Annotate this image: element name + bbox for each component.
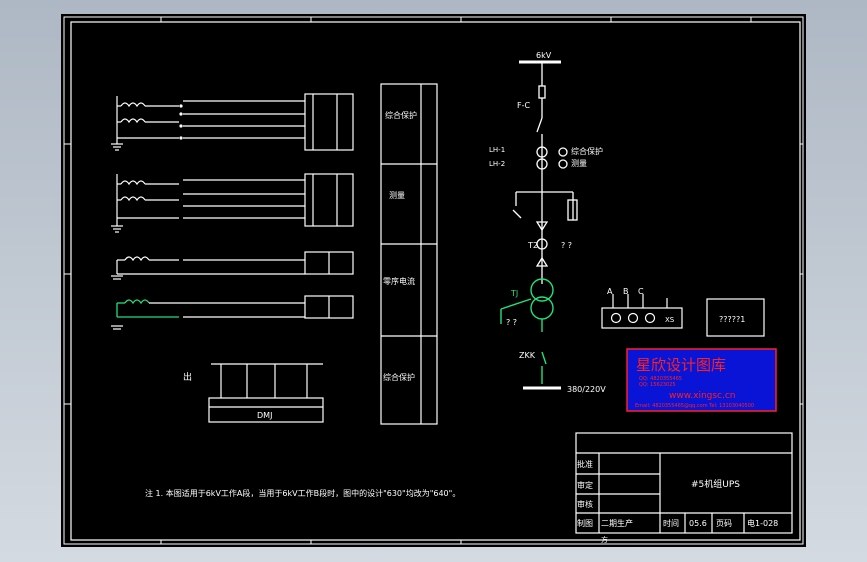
bus-380v-label: 380/220V (567, 385, 606, 394)
stamp-title: 星欣设计图库 (636, 356, 726, 374)
panel-prot-label-2: 综合保护 (383, 372, 415, 382)
cad-viewport: 综合保护 测量 零序电流 综合保护 出 DMJ 6kV F-C LH-1 LH-… (0, 0, 867, 562)
tb-check-label: 审核 (577, 499, 593, 509)
tb-approve-label: 批准 (577, 459, 593, 469)
drawing-sheet: 综合保护 测量 零序电流 综合保护 出 DMJ 6kV F-C LH-1 LH-… (61, 14, 806, 547)
xs-label: XS (665, 316, 675, 324)
tj-qmarks: ? ? (506, 318, 517, 327)
transformer (500, 278, 554, 384)
ct1-label: LH-1 (489, 146, 505, 154)
unknown-device-label: ?????1 (719, 315, 745, 324)
aux-label: 出 (183, 371, 192, 383)
ct-group-1-terminals (179, 104, 183, 140)
tb-time-value: 05.6 (689, 519, 707, 528)
stamp-url: www.xingsc.cn (669, 391, 736, 401)
t2-label: T2 (527, 241, 538, 250)
fc-label: F-C (517, 101, 530, 110)
meas-label: 测量 (571, 159, 587, 168)
schematic-canvas: 综合保护 测量 零序电流 综合保护 出 DMJ 6kV F-C LH-1 LH-… (63, 16, 804, 545)
panel-prot-label: 综合保护 (385, 110, 417, 120)
border-ticks (64, 17, 803, 544)
tb-page-value: 电1-028 (747, 518, 778, 528)
phase-a-label: A (607, 287, 613, 296)
single-line-main (512, 60, 578, 284)
panel-zero-seq-label: 零序电流 (383, 276, 415, 286)
stamp-qq2: QQ: 15623025 (639, 382, 676, 388)
phase-c-label: C (638, 287, 644, 296)
title-block (575, 432, 793, 534)
tb-draw-value: 二期生产 (601, 518, 633, 528)
inner-border (70, 21, 801, 541)
t2-qmarks: ? ? (561, 241, 572, 250)
zkk-label: ZKK (519, 351, 536, 360)
outer-border (63, 16, 804, 545)
tb-review-label: 审定 (577, 480, 593, 490)
prot-label: 综合保护 (571, 146, 603, 156)
tb-page-label: 页码 (716, 519, 732, 528)
phase-b-label: B (623, 287, 629, 296)
tb-sub: 方 (601, 535, 608, 544)
tb-time-label: 时间 (663, 518, 679, 528)
dmj-label: DMJ (257, 411, 272, 420)
panel-meas-label: 测量 (389, 191, 405, 200)
ct-circuit-group-2 (111, 173, 354, 233)
ct-circuit-group-1 (111, 93, 354, 151)
drawing-note: 注 1. 本图适用于6kV工作A段，当用于6kV工作B段时，图中的设计"630"… (145, 488, 460, 498)
bus-6kv-label: 6kV (536, 51, 552, 60)
ct2-label: LH-2 (489, 160, 505, 168)
tj-label: TJ (510, 289, 518, 298)
tb-title: #5机组UPS (691, 478, 740, 490)
ct-circuit-group-3 (111, 251, 354, 280)
stamp-email: Email: 4820355465@qq.com Tel: 1310304050… (635, 403, 754, 409)
tb-draw-label: 制图 (577, 518, 593, 528)
